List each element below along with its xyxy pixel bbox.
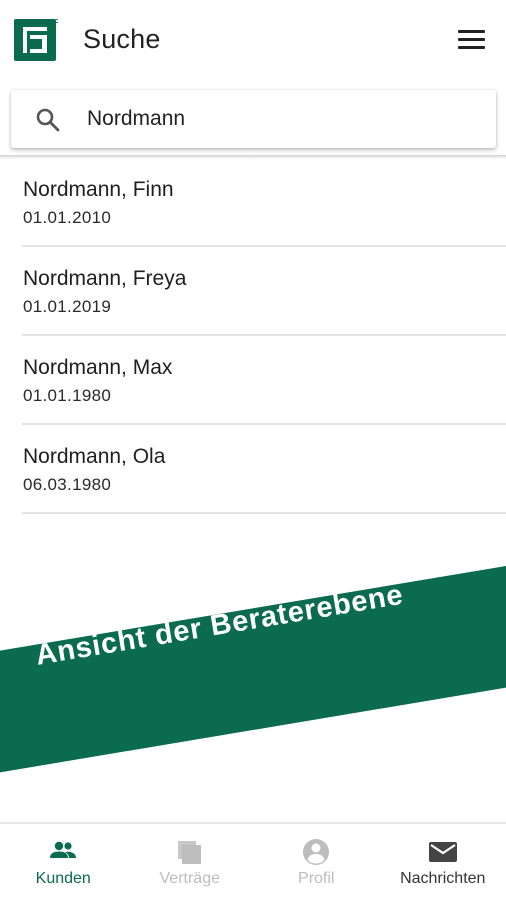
nav-label: Kunden: [35, 870, 91, 887]
brand-logo[interactable]: [14, 18, 60, 61]
search-input[interactable]: [87, 104, 477, 134]
list-item-date: 06.03.1980: [23, 475, 112, 494]
list-item-date: 01.01.2019: [23, 297, 112, 316]
list-item-name: Nordmann, Freya: [23, 267, 187, 290]
bottom-navigation: Kunden Verträge Profil Nachrichten: [0, 822, 506, 900]
list-item-name: Nordmann, Max: [23, 356, 173, 379]
nav-label: Verträge: [159, 870, 220, 887]
list-item-date: 01.01.1980: [23, 386, 112, 405]
nav-item-kunden[interactable]: Kunden: [0, 824, 127, 900]
nav-item-vertraege[interactable]: Verträge: [127, 824, 254, 900]
nav-label: Nachrichten: [400, 870, 486, 887]
mail-icon: [428, 838, 458, 866]
app-bar: Suche: [0, 0, 506, 84]
nav-item-nachrichten[interactable]: Nachrichten: [380, 824, 506, 900]
nav-item-profil[interactable]: Profil: [253, 824, 380, 900]
list-item-date: 01.01.2010: [23, 208, 112, 227]
list-item[interactable]: Nordmann, Finn 01.01.2010: [0, 158, 506, 247]
list-item[interactable]: Nordmann, Max 01.01.1980: [0, 336, 506, 425]
list-item[interactable]: Nordmann, Ola 06.03.1980: [0, 425, 506, 514]
page-title: Suche: [83, 24, 161, 54]
search-icon[interactable]: [35, 107, 61, 133]
divider: [22, 512, 506, 514]
hamburger-menu-icon[interactable]: [452, 24, 492, 58]
nav-label: Profil: [298, 870, 335, 887]
list-item[interactable]: Nordmann, Freya 01.01.2019: [0, 247, 506, 336]
overlay-banner: [0, 559, 506, 777]
list-item-name: Nordmann, Ola: [23, 445, 166, 468]
list-item-name: Nordmann, Finn: [23, 178, 174, 201]
contracts-icon: [175, 838, 205, 866]
search-bar: [11, 90, 496, 148]
profile-icon: [301, 838, 331, 866]
people-icon: [48, 838, 78, 866]
result-list: Nordmann, Finn 01.01.2010 Nordmann, Frey…: [0, 158, 506, 514]
